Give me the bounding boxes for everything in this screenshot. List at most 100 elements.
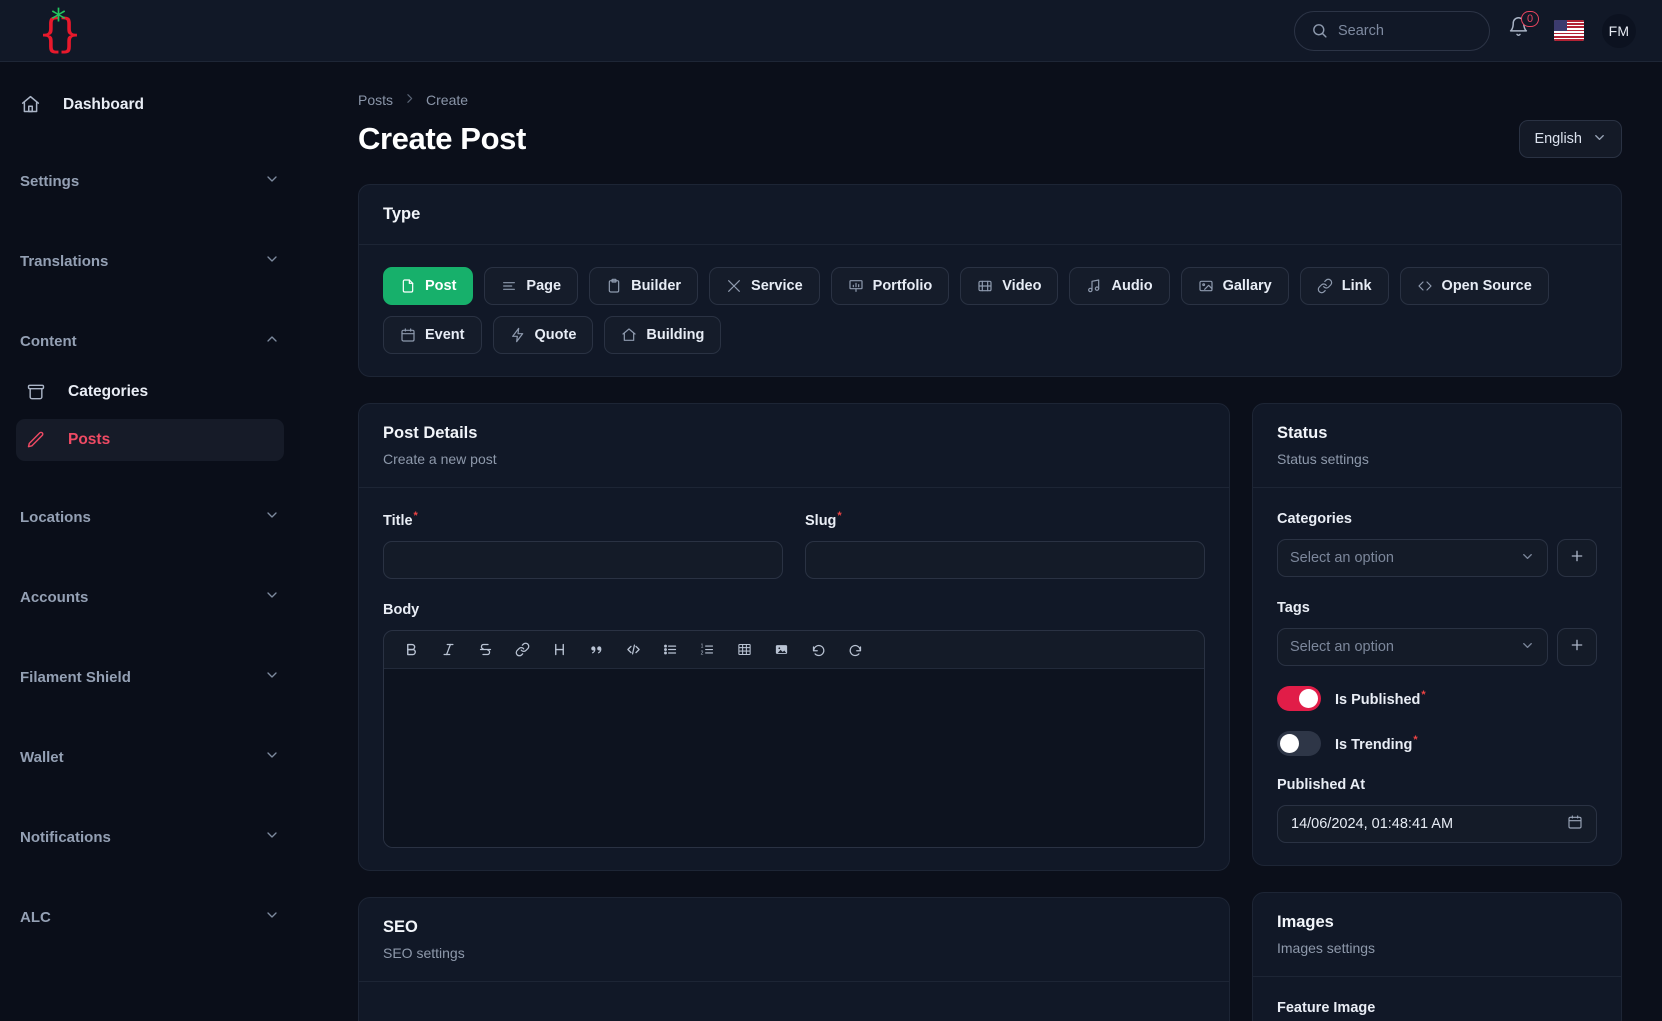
type-options: Post Page Builder Service Portfolio Vide… (383, 267, 1597, 354)
is-trending-toggle[interactable] (1277, 731, 1321, 756)
sidebar-group-wallet[interactable]: Wallet (16, 733, 284, 781)
pencil-icon (26, 430, 46, 450)
type-option-post[interactable]: Post (383, 267, 474, 305)
type-option-gallary[interactable]: Gallary (1180, 267, 1289, 305)
required-marker: * (837, 510, 842, 522)
link-icon[interactable] (515, 642, 530, 657)
categories-select[interactable]: Select an option (1277, 539, 1548, 577)
language-select[interactable]: English (1519, 120, 1622, 158)
document-icon (400, 278, 416, 294)
heading-icon[interactable] (552, 642, 567, 657)
sidebar-group-label: ALC (20, 908, 51, 926)
categories-row: Select an option (1277, 528, 1597, 577)
type-option-label: Audio (1111, 278, 1153, 294)
search-input[interactable] (1338, 22, 1458, 39)
editor-content-area[interactable] (384, 668, 1204, 847)
sidebar-group-label: Filament Shield (20, 668, 131, 686)
required-marker: * (413, 510, 418, 522)
sidebar-group-label: Accounts (20, 588, 89, 606)
type-option-builder[interactable]: Builder (589, 267, 699, 305)
image-icon[interactable] (774, 642, 789, 657)
breadcrumb-posts[interactable]: Posts (358, 92, 393, 108)
tags-select[interactable]: Select an option (1277, 628, 1548, 666)
chevron-down-icon (264, 587, 280, 607)
type-option-page[interactable]: Page (484, 267, 579, 305)
seo-card-header: SEO SEO settings (359, 898, 1229, 981)
title-label: Title* (383, 510, 418, 529)
tags-select-value: Select an option (1290, 639, 1394, 655)
chevron-down-icon (1592, 130, 1607, 149)
add-tag-button[interactable] (1557, 628, 1597, 666)
post-details-subtitle: Create a new post (383, 451, 497, 467)
sidebar-group-label: Notifications (20, 828, 111, 846)
type-option-service[interactable]: Service (709, 267, 820, 305)
sidebar-item-posts[interactable]: Posts (16, 419, 284, 461)
braces-asterisk-logo[interactable]: { } * (36, 5, 84, 54)
sidebar-group-content[interactable]: Content (16, 317, 284, 365)
code-bracket-icon (1417, 278, 1433, 294)
notifications-button[interactable]: 0 (1508, 10, 1540, 46)
post-details-header: Post Details Create a new post (359, 404, 1229, 487)
type-option-open-source[interactable]: Open Source (1399, 267, 1549, 305)
top-bar: { } * 0 (0, 0, 1662, 62)
sidebar-group-settings[interactable]: Settings (16, 157, 284, 205)
italic-icon[interactable] (441, 642, 456, 657)
type-option-link[interactable]: Link (1299, 267, 1389, 305)
images-card-subtitle: Images settings (1277, 940, 1376, 956)
us-flag-icon[interactable] (1554, 20, 1584, 41)
sidebar-group-accounts[interactable]: Accounts (16, 573, 284, 621)
type-option-label: Building (646, 327, 705, 343)
type-option-audio[interactable]: Audio (1069, 267, 1170, 305)
type-option-event[interactable]: Event (383, 316, 482, 354)
toggle-knob (1299, 689, 1318, 708)
type-option-portfolio[interactable]: Portfolio (830, 267, 950, 305)
notification-badge: 0 (1521, 10, 1540, 27)
status-card-title: Status (1277, 424, 1328, 442)
published-at-input[interactable]: 14/06/2024, 01:48:41 AM (1277, 805, 1597, 843)
sidebar-group-filament-shield[interactable]: Filament Shield (16, 653, 284, 701)
type-option-label: Portfolio (872, 278, 933, 294)
is-published-toggle[interactable] (1277, 686, 1321, 711)
code-block-icon[interactable] (626, 642, 641, 657)
sidebar-item-dashboard[interactable]: Dashboard (16, 84, 284, 125)
add-category-button[interactable] (1557, 539, 1597, 577)
avatar[interactable]: FM (1602, 13, 1636, 48)
sidebar-group-label: Content (20, 332, 77, 350)
table-icon[interactable] (737, 642, 752, 657)
sidebar-group-label: Translations (20, 252, 109, 270)
post-details-title: Post Details (383, 424, 478, 442)
archive-box-icon (26, 382, 46, 402)
calendar-icon[interactable] (1567, 814, 1583, 834)
is-published-row: Is Published* (1277, 686, 1597, 711)
strikethrough-icon[interactable] (478, 642, 493, 657)
sidebar-group-locations[interactable]: Locations (16, 493, 284, 541)
bold-icon[interactable] (404, 642, 419, 657)
type-option-label: Event (425, 327, 465, 343)
sidebar-group-alc[interactable]: ALC (16, 893, 284, 941)
tags-label: Tags (1277, 600, 1310, 616)
search-box[interactable] (1294, 10, 1490, 51)
type-option-video[interactable]: Video (960, 267, 1059, 305)
type-option-label: Post (425, 278, 457, 294)
redo-icon[interactable] (848, 642, 863, 657)
bolt-icon (510, 327, 526, 343)
sidebar-group-notifications[interactable]: Notifications (16, 813, 284, 861)
undo-icon[interactable] (811, 642, 826, 657)
bullet-list-icon[interactable] (663, 642, 678, 657)
sidebar-item-categories[interactable]: Categories (16, 371, 284, 413)
ordered-list-icon[interactable]: 12 (700, 642, 715, 657)
blockquote-icon[interactable] (589, 642, 604, 657)
type-option-quote[interactable]: Quote (492, 316, 594, 354)
post-details-body: Title* Slug* Body 1 2 (359, 488, 1229, 870)
sidebar: Dashboard Settings Translations Content (0, 62, 300, 1021)
rich-text-editor: 12 (383, 629, 1205, 848)
slug-input[interactable] (805, 540, 1205, 579)
logo-area: { } * (0, 5, 300, 54)
language-select-value: English (1534, 131, 1582, 147)
images-card-header: Images Images settings (1253, 893, 1621, 976)
type-option-building[interactable]: Building (604, 316, 722, 354)
title-input[interactable] (383, 540, 783, 579)
photo-icon (1198, 278, 1214, 294)
type-option-label: Link (1341, 278, 1372, 294)
sidebar-group-translations[interactable]: Translations (16, 237, 284, 285)
